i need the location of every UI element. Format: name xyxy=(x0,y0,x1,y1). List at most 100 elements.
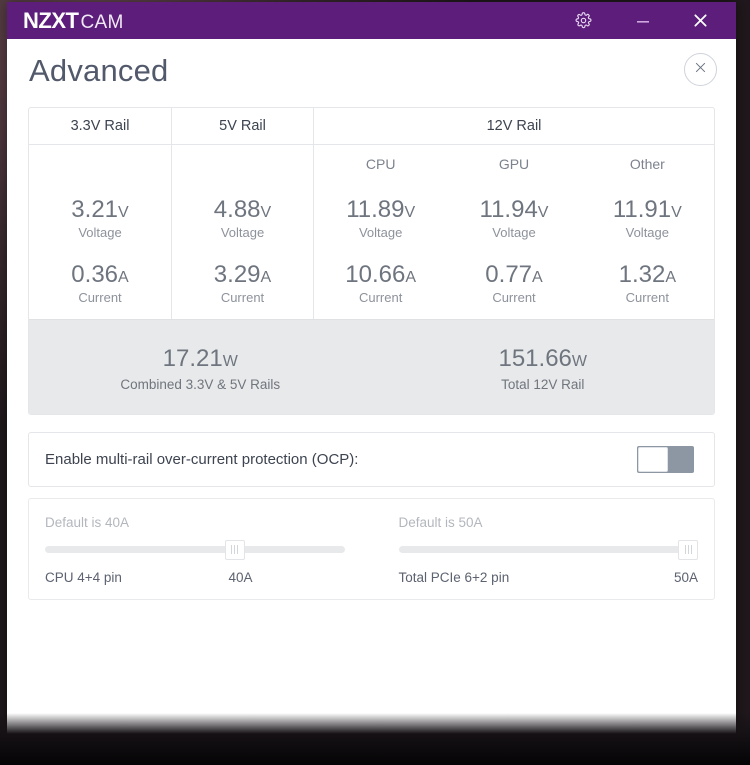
metric-voltage-gpu: 11.94V Voltage xyxy=(447,183,580,248)
slider-pcie[interactable] xyxy=(398,539,698,560)
app-logo: NZXT CAM xyxy=(23,8,124,34)
metric-label: Voltage xyxy=(220,225,265,241)
metric-voltage-cpu: 11.89V Voltage xyxy=(314,183,447,248)
power-rails-table: 3.3V Rail 5V Rail 12V Rail 3.21V Voltage xyxy=(28,107,715,415)
metric-value: 11.89V xyxy=(346,196,416,223)
toggle-knob xyxy=(638,446,668,472)
subheader-other: Other xyxy=(629,156,665,172)
ocp-label: Enable multi-rail over-current protectio… xyxy=(45,450,359,468)
total-combined-3v3-5v: 17.21W Combined 3.3V & 5V Rails xyxy=(29,345,372,392)
metric-value: 11.91V xyxy=(612,196,682,223)
metric-value: 3.29A xyxy=(213,261,272,289)
metric-current-cpu: 10.66A Current xyxy=(314,248,447,313)
subheader-spacer xyxy=(172,145,313,183)
metric-current-3v3: 0.36A Current xyxy=(29,248,171,313)
metric-current-other: 1.32A Current xyxy=(581,248,714,313)
voltage-row-12v: 11.89V Voltage 11.94V Voltage 11.91V Vol… xyxy=(314,183,714,248)
nzxt-cam-window: NZXT CAM Advanced 3.3V Rail 5V Rail 12V … xyxy=(7,2,736,742)
grip-line xyxy=(687,545,689,555)
slider-track xyxy=(45,546,345,554)
metric-value: 4.88V xyxy=(213,196,272,223)
brand-cam: CAM xyxy=(80,11,124,33)
slider-block-pcie: Default is 50A Total PCIe 6+2 pin 50A xyxy=(398,514,699,585)
current-limit-sliders: Default is 40A CPU 4+4 pin 40A Default i… xyxy=(28,497,715,600)
metric-value: 0.36A xyxy=(71,261,129,289)
subheader-gpu: GPU xyxy=(498,156,530,172)
title-bar: NZXT CAM xyxy=(7,2,736,39)
slider-thumb-cpu[interactable] xyxy=(224,539,245,560)
metric-label: Voltage xyxy=(358,225,403,241)
slider-footer-pcie: Total PCIe 6+2 pin 50A xyxy=(399,570,699,585)
gear-icon xyxy=(575,12,592,29)
metric-label: Voltage xyxy=(78,225,122,241)
metric-value: 0.77A xyxy=(485,261,543,289)
total-label: Total 12V Rail xyxy=(501,376,585,392)
total-value: 151.66W xyxy=(498,345,587,373)
current-row-5v: 3.29A Current xyxy=(172,248,313,313)
metric-label: Current xyxy=(220,290,265,306)
close-icon xyxy=(694,61,707,79)
grip-line xyxy=(684,545,686,555)
page-title: Advanced xyxy=(29,53,169,88)
desktop-background: NZXT CAM Advanced 3.3V Rail 5V Rail 12V … xyxy=(0,0,750,765)
rail-header-5v: 5V Rail xyxy=(171,108,313,144)
slider-value-pcie: 50A xyxy=(673,569,698,585)
rail-metrics-12v: 11.89V Voltage 11.94V Voltage 11.91V Vol… xyxy=(314,183,714,319)
metric-value: 10.66A xyxy=(345,261,417,289)
slider-track xyxy=(398,546,698,554)
rail-column-3v3: 3.21V Voltage 0.36A Current xyxy=(29,145,171,319)
slider-name-cpu: CPU 4+4 pin xyxy=(45,569,122,585)
metric-value: 1.32A xyxy=(618,261,677,289)
total-label: Combined 3.3V & 5V Rails xyxy=(120,376,281,392)
metric-label: Current xyxy=(625,290,669,306)
metric-current-5v: 3.29A Current xyxy=(172,248,313,313)
current-row-3v3: 0.36A Current xyxy=(29,248,171,313)
total-12v-rail: 151.66W Total 12V Rail xyxy=(372,345,715,392)
slider-default-cpu: Default is 40A xyxy=(45,514,130,530)
voltage-row-5v: 4.88V Voltage xyxy=(172,183,313,248)
voltage-row-3v3: 3.21V Voltage xyxy=(29,183,171,248)
metric-value: 3.21V xyxy=(71,196,129,223)
metric-voltage-5v: 4.88V Voltage xyxy=(172,183,313,248)
slider-thumb-pcie[interactable] xyxy=(678,539,698,560)
grip-line xyxy=(234,545,236,555)
rail-header-3v3: 3.3V Rail xyxy=(70,118,130,134)
rail-subheader-row: CPU GPU Other xyxy=(314,145,714,183)
brand-nzxt: NZXT xyxy=(23,7,79,33)
metric-value: 11.94V xyxy=(479,196,549,223)
panel-close-button[interactable] xyxy=(684,53,717,86)
subheader-spacer xyxy=(29,145,171,183)
current-row-12v: 10.66A Current 0.77A Current 1.32A Curre… xyxy=(314,248,714,313)
slider-cpu[interactable] xyxy=(45,539,345,560)
slider-default-pcie: Default is 50A xyxy=(398,514,483,530)
close-icon xyxy=(693,13,708,28)
metric-voltage-3v3: 3.21V Voltage xyxy=(29,183,171,248)
metric-label: Current xyxy=(492,290,536,306)
metric-label: Current xyxy=(78,290,122,306)
rail-column-5v: 4.88V Voltage 3.29A Current xyxy=(171,145,313,320)
metric-label: Current xyxy=(358,290,403,306)
grip-line xyxy=(237,545,239,555)
metric-current-gpu: 0.77A Current xyxy=(447,248,580,313)
slider-footer-cpu: CPU 4+4 pin 40A xyxy=(45,570,345,585)
totals-band: 17.21W Combined 3.3V & 5V Rails 151.66W … xyxy=(29,319,715,414)
window-close-button[interactable] xyxy=(674,2,726,39)
settings-button[interactable] xyxy=(558,2,608,39)
subheader-cpu: CPU xyxy=(365,156,396,172)
page-header: Advanced xyxy=(7,39,736,103)
ocp-toggle[interactable] xyxy=(637,445,694,473)
slider-block-cpu: Default is 40A CPU 4+4 pin 40A xyxy=(45,515,345,585)
minimize-button[interactable] xyxy=(618,2,668,39)
rail-metrics-5v: 4.88V Voltage 3.29A Current xyxy=(172,183,313,319)
metric-label: Voltage xyxy=(625,225,669,241)
rail-header-12v: 12V Rail xyxy=(313,108,714,144)
grip-line xyxy=(231,545,233,555)
slider-name-pcie: Total PCIe 6+2 pin xyxy=(398,569,510,585)
rail-column-12v: CPU GPU Other 11.89V Voltage 11.94V Volt… xyxy=(313,145,714,320)
slider-value-cpu: 40A xyxy=(228,569,253,585)
rails-header-row: 3.3V Rail 5V Rail 12V Rail xyxy=(29,108,714,145)
minimize-icon xyxy=(636,15,650,27)
metric-label: Voltage xyxy=(492,225,536,241)
total-value: 17.21W xyxy=(162,345,238,373)
rail-metrics-3v3: 3.21V Voltage 0.36A Current xyxy=(29,183,171,319)
